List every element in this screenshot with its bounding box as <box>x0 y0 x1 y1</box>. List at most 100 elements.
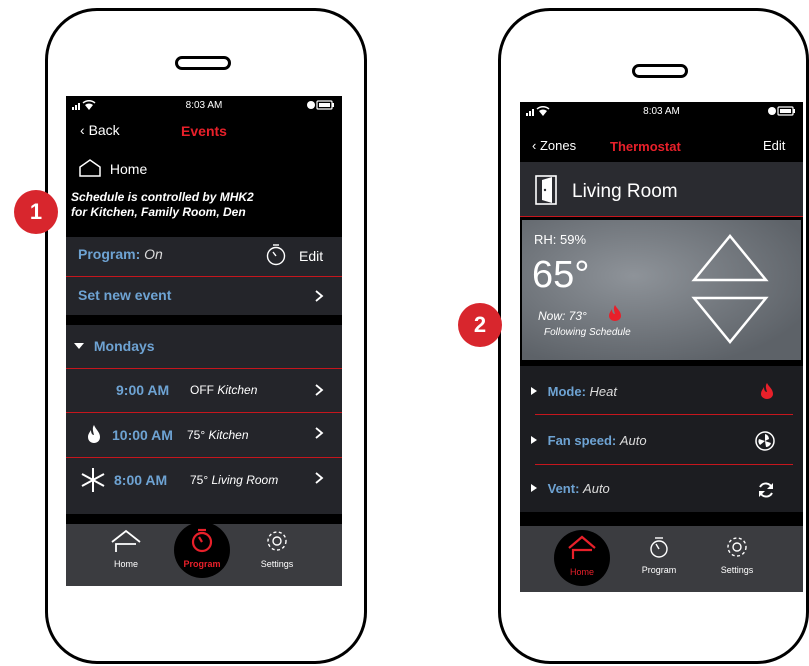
event-row[interactable]: 8:00 AM 75° Living Room <box>66 458 342 502</box>
chevron-right-icon <box>315 472 324 484</box>
home-location[interactable]: Home <box>78 158 147 178</box>
event-value: 75° <box>190 473 209 487</box>
door-icon <box>535 175 557 205</box>
temperature-down-arrow-icon[interactable] <box>690 294 770 346</box>
page-title: Events <box>181 123 227 139</box>
caret-down-icon <box>74 343 84 349</box>
set-new-event-row[interactable]: Set new event <box>78 287 171 303</box>
chevron-right-icon <box>315 384 324 396</box>
event-zone: Living Room <box>211 473 279 487</box>
edit-program-button[interactable]: Edit <box>299 248 323 264</box>
event-setting: 75° Kitchen <box>187 428 249 442</box>
tab-home-active[interactable]: Home <box>554 530 610 586</box>
edit-button[interactable]: Edit <box>763 138 785 153</box>
fan-label: Fan speed: <box>547 433 617 448</box>
schedule-status: Following Schedule <box>544 327 631 338</box>
program-label: Program: <box>78 246 141 262</box>
refresh-icon <box>759 482 773 498</box>
divider <box>535 414 793 415</box>
status-bar: 8:03 AM <box>66 96 342 116</box>
thermostat-screen: 8:03 AM ‹ Zones Thermostat Edit Living R… <box>520 102 803 592</box>
current-temperature: Now: 73° <box>538 309 587 323</box>
chevron-left-icon: ‹ <box>532 138 540 153</box>
timer-icon <box>650 537 668 558</box>
event-value: 75° <box>187 428 206 442</box>
flame-icon <box>88 425 100 443</box>
vent-value: Auto <box>583 481 610 496</box>
page-title: Thermostat <box>610 139 681 154</box>
event-time: 8:00 AM <box>114 472 168 488</box>
tab-label: Home <box>113 559 138 569</box>
zones-back-button[interactable]: ‹ Zones <box>532 138 576 153</box>
phone-speaker <box>632 64 688 78</box>
gear-icon <box>267 531 287 551</box>
day-header[interactable]: Mondays <box>74 338 155 354</box>
phone-speaker <box>175 56 231 70</box>
tab-settings[interactable]: Settings <box>712 534 762 586</box>
callout-badge: 1 <box>14 190 58 234</box>
tab-program[interactable]: Program <box>636 534 682 586</box>
battery-icon <box>306 99 336 114</box>
divider <box>66 276 342 277</box>
humidity-readout: RH: 59% <box>534 232 587 247</box>
event-row[interactable]: 10:00 AM 75° Kitchen <box>66 413 342 457</box>
caret-right-icon <box>531 387 537 395</box>
program-value: On <box>144 246 163 262</box>
fan-speed-row[interactable]: Fan speed: Auto <box>530 433 647 448</box>
events-screen: 8:03 AM ‹ Back Events Home Schedule is c… <box>66 96 342 586</box>
home-icon <box>111 529 141 552</box>
tab-home[interactable]: Home <box>106 528 146 580</box>
house-outline-icon <box>79 159 101 177</box>
mode-value: Heat <box>589 384 617 399</box>
temperature-up-arrow-icon[interactable] <box>690 232 770 284</box>
tab-settings[interactable]: Settings <box>254 528 300 580</box>
status-time: 8:03 AM <box>643 106 680 117</box>
flame-icon <box>609 305 621 321</box>
program-row[interactable]: Program: On <box>78 246 163 262</box>
status-bar: 8:03 AM <box>520 102 803 122</box>
gear-icon <box>727 537 747 557</box>
tab-label: Program <box>641 565 677 575</box>
home-label: Home <box>109 161 148 177</box>
battery-icon <box>767 105 797 120</box>
event-row[interactable]: 9:00 AM OFF Kitchen <box>66 369 342 411</box>
day-label: Mondays <box>93 338 155 354</box>
event-setting: 75° Living Room <box>190 473 278 487</box>
mode-row[interactable]: Mode: Heat <box>530 384 617 399</box>
caret-right-icon <box>531 484 537 492</box>
chevron-right-icon <box>315 427 324 439</box>
fan-value: Auto <box>619 433 647 448</box>
event-setting: OFF Kitchen <box>190 383 257 397</box>
snowflake-icon <box>81 468 105 492</box>
tab-label: Home <box>569 567 594 577</box>
divider <box>535 464 793 465</box>
status-time: 8:03 AM <box>185 100 223 111</box>
schedule-message: Schedule is controlled by MHK2 for Kitch… <box>71 190 254 220</box>
vent-row[interactable]: Vent: Auto <box>530 481 610 496</box>
setpoint-temperature: 65° <box>532 254 590 296</box>
mode-label: Mode: <box>547 384 586 399</box>
tab-label: Settings <box>720 565 754 575</box>
home-icon <box>568 535 596 559</box>
vent-label: Vent: <box>547 481 580 496</box>
tab-label: Settings <box>260 559 294 569</box>
message-line-1: Schedule is controlled by MHK2 <box>71 190 254 204</box>
room-name: Living Room <box>572 181 678 202</box>
chevron-right-icon[interactable] <box>314 289 324 303</box>
event-time: 9:00 AM <box>116 382 170 398</box>
callout-badge: 2 <box>458 303 502 347</box>
divider <box>520 216 803 217</box>
caret-right-icon <box>531 436 537 444</box>
stopwatch-icon <box>266 244 286 266</box>
tab-label: Program <box>183 559 221 569</box>
fan-icon <box>755 431 775 451</box>
flame-icon <box>761 383 773 399</box>
event-zone: Kitchen <box>208 428 249 442</box>
back-label: Zones <box>539 138 577 153</box>
event-zone: Kitchen <box>217 383 258 397</box>
event-time: 10:00 AM <box>112 427 173 443</box>
event-value: OFF <box>190 383 214 397</box>
tab-program-active[interactable]: Program <box>174 522 230 578</box>
message-line-2: for Kitchen, Family Room, Den <box>71 205 246 219</box>
timer-icon <box>191 528 213 553</box>
